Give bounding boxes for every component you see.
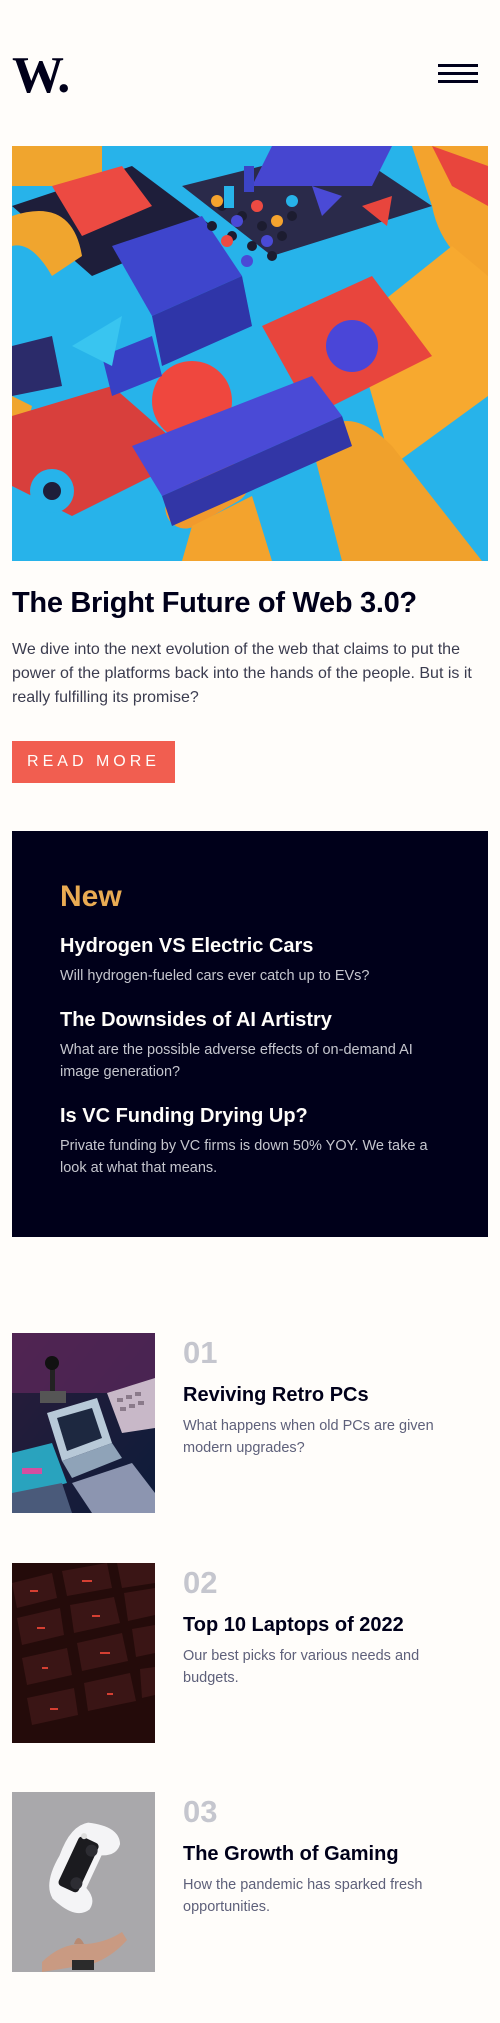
list-description: Our best picks for various needs and bud… xyxy=(183,1648,420,1686)
list-item: 02 Top 10 Laptops of 2022 Our best picks… xyxy=(12,1563,488,1743)
hero-image xyxy=(12,146,488,561)
new-item-title[interactable]: Hydrogen VS Electric Cars xyxy=(60,933,440,959)
menu-bar xyxy=(438,80,478,83)
new-item-title[interactable]: The Downsides of AI Artistry xyxy=(60,1007,440,1033)
list-description: How the pandemic has sparked fresh oppor… xyxy=(183,1877,423,1915)
list-item: 03 The Growth of Gaming How the pandemic… xyxy=(12,1792,488,1972)
hamburger-menu-icon[interactable] xyxy=(438,64,478,84)
menu-bar xyxy=(438,64,478,67)
hero-title: The Bright Future of Web 3.0? xyxy=(12,587,417,619)
laptops-thumbnail xyxy=(12,1563,155,1743)
list-title[interactable]: Top 10 Laptops of 2022 xyxy=(183,1611,483,1639)
new-section-heading: New xyxy=(60,880,122,913)
site-header: W. xyxy=(0,0,500,146)
new-item-description: What are the possible adverse effects of… xyxy=(60,1042,413,1080)
list-item: 01 Reviving Retro PCs What happens when … xyxy=(12,1333,488,1513)
list-title[interactable]: The Growth of Gaming xyxy=(183,1840,483,1868)
list-number: 03 xyxy=(183,1794,218,1829)
list-number: 01 xyxy=(183,1335,218,1370)
page: W. The Bright Future of Web 3.0? We dive… xyxy=(0,0,500,2023)
hero-description: We dive into the next evolution of the w… xyxy=(12,641,472,706)
list-title[interactable]: Reviving Retro PCs xyxy=(183,1381,483,1409)
gaming-thumbnail xyxy=(12,1792,155,1972)
new-item-description: Will hydrogen-fueled cars ever catch up … xyxy=(60,968,370,984)
new-item-description: Private funding by VC firms is down 50% … xyxy=(60,1138,428,1176)
new-item: Hydrogen VS Electric Cars Will hydrogen-… xyxy=(60,933,440,987)
site-logo[interactable]: W. xyxy=(12,50,70,102)
new-item-title[interactable]: Is VC Funding Drying Up? xyxy=(60,1103,440,1129)
menu-bar xyxy=(438,72,478,75)
new-item: The Downsides of AI Artistry What are th… xyxy=(60,1007,440,1083)
list-description: What happens when old PCs are given mode… xyxy=(183,1418,434,1456)
read-more-button[interactable]: READ MORE xyxy=(12,741,175,783)
new-item: Is VC Funding Drying Up? Private funding… xyxy=(60,1103,440,1179)
list-number: 02 xyxy=(183,1565,218,1600)
new-articles-panel: New Hydrogen VS Electric Cars Will hydro… xyxy=(12,831,488,1237)
retro-pcs-thumbnail xyxy=(12,1333,155,1513)
